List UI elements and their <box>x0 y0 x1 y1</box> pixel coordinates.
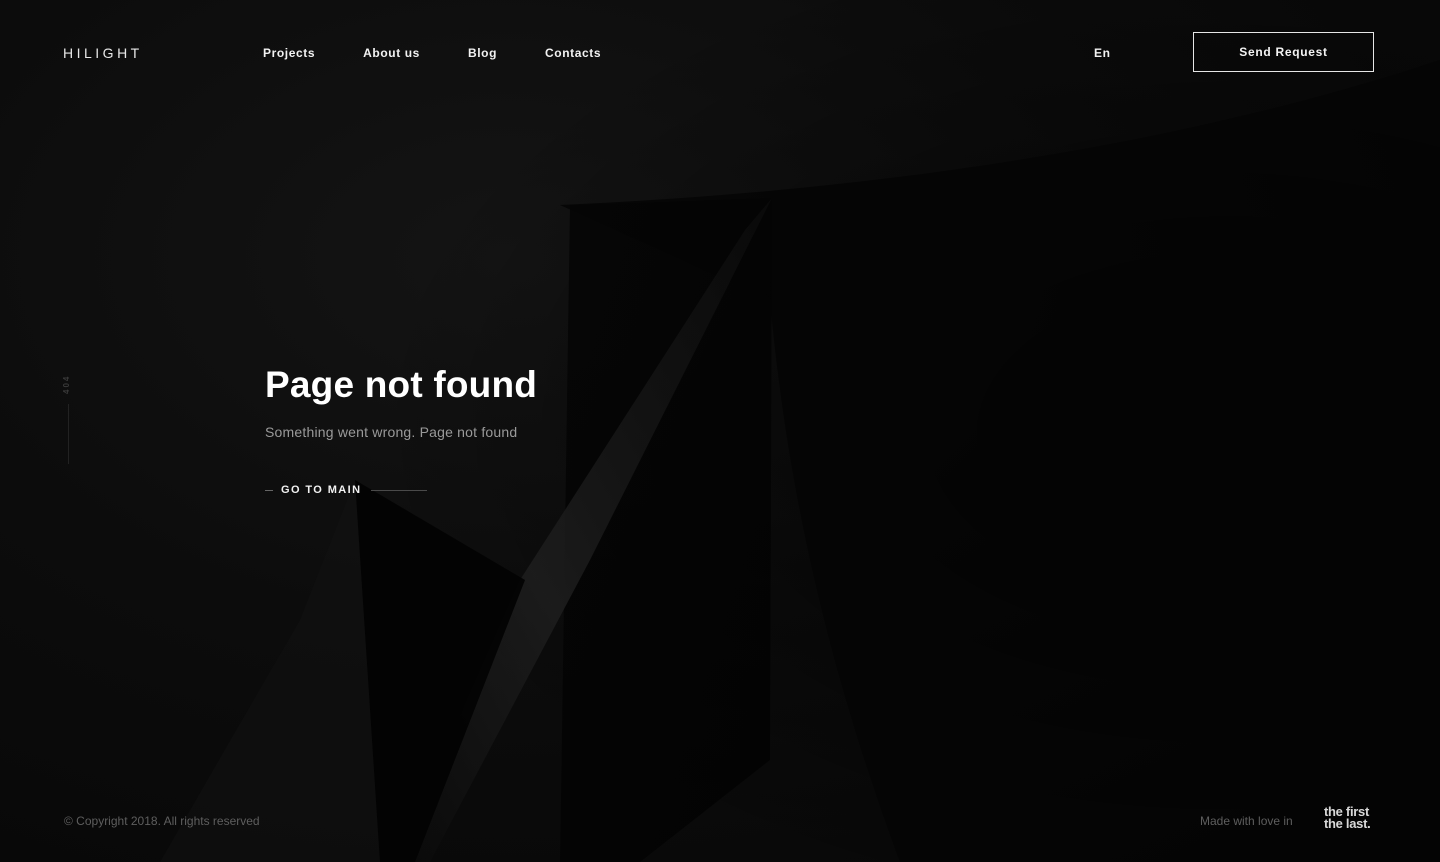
nav-item-contacts[interactable]: Contacts <box>545 46 601 60</box>
studio-logo-line2: the last. <box>1324 816 1371 831</box>
send-request-button[interactable]: Send Request <box>1193 32 1374 72</box>
language-switcher[interactable]: En <box>1094 46 1111 60</box>
nav-item-projects[interactable]: Projects <box>263 46 315 60</box>
side-marker: 404 <box>62 372 76 467</box>
main-nav: Projects About us Blog Contacts <box>263 46 649 60</box>
nav-item-blog[interactable]: Blog <box>468 46 497 60</box>
background-artwork <box>0 0 1440 862</box>
link-underline <box>371 489 428 491</box>
dash-icon <box>265 489 273 491</box>
logo[interactable]: HILIGHT <box>63 45 143 61</box>
go-to-main-label: GO TO MAIN <box>281 484 362 496</box>
error-code: 404 <box>62 374 71 394</box>
page-subtitle: Something went wrong. Page not found <box>265 424 518 440</box>
page: HILIGHT Projects About us Blog Contacts … <box>0 0 1440 862</box>
side-divider <box>68 404 69 464</box>
copyright-text: © Copyright 2018. All rights reserved <box>64 814 260 828</box>
page-title: Page not found <box>265 364 538 405</box>
made-with-text: Made with love in <box>1200 814 1293 828</box>
nav-item-about-us[interactable]: About us <box>363 46 420 60</box>
go-to-main-link[interactable]: GO TO MAIN <box>265 484 428 496</box>
studio-logo[interactable]: the first the last. <box>1324 805 1380 831</box>
